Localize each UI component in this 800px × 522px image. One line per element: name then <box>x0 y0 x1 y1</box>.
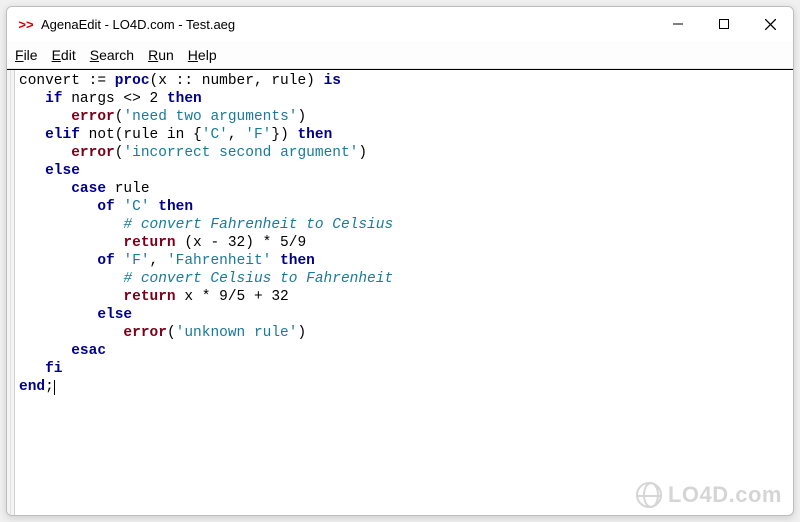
code-editor[interactable]: convert := proc(x :: number, rule) is if… <box>15 70 793 515</box>
maximize-button[interactable] <box>701 7 747 41</box>
menubar: File Edit Search Run Help <box>7 41 793 69</box>
text-cursor <box>54 380 55 395</box>
gutter <box>7 70 15 515</box>
menu-help[interactable]: Help <box>188 47 217 63</box>
app-window: >> AgenaEdit - LO4D.com - Test.aeg File … <box>6 6 794 516</box>
window-title: AgenaEdit - LO4D.com - Test.aeg <box>41 17 655 32</box>
window-controls <box>655 7 793 41</box>
menu-edit[interactable]: Edit <box>52 47 76 63</box>
editor-area: convert := proc(x :: number, rule) is if… <box>7 69 793 515</box>
close-icon <box>765 19 776 30</box>
menu-search[interactable]: Search <box>90 47 134 63</box>
menu-file[interactable]: File <box>15 47 38 63</box>
minimize-button[interactable] <box>655 7 701 41</box>
close-button[interactable] <box>747 7 793 41</box>
menu-run[interactable]: Run <box>148 47 174 63</box>
app-icon: >> <box>17 15 35 33</box>
minimize-icon <box>673 19 683 29</box>
maximize-icon <box>719 19 729 29</box>
titlebar[interactable]: >> AgenaEdit - LO4D.com - Test.aeg <box>7 7 793 41</box>
